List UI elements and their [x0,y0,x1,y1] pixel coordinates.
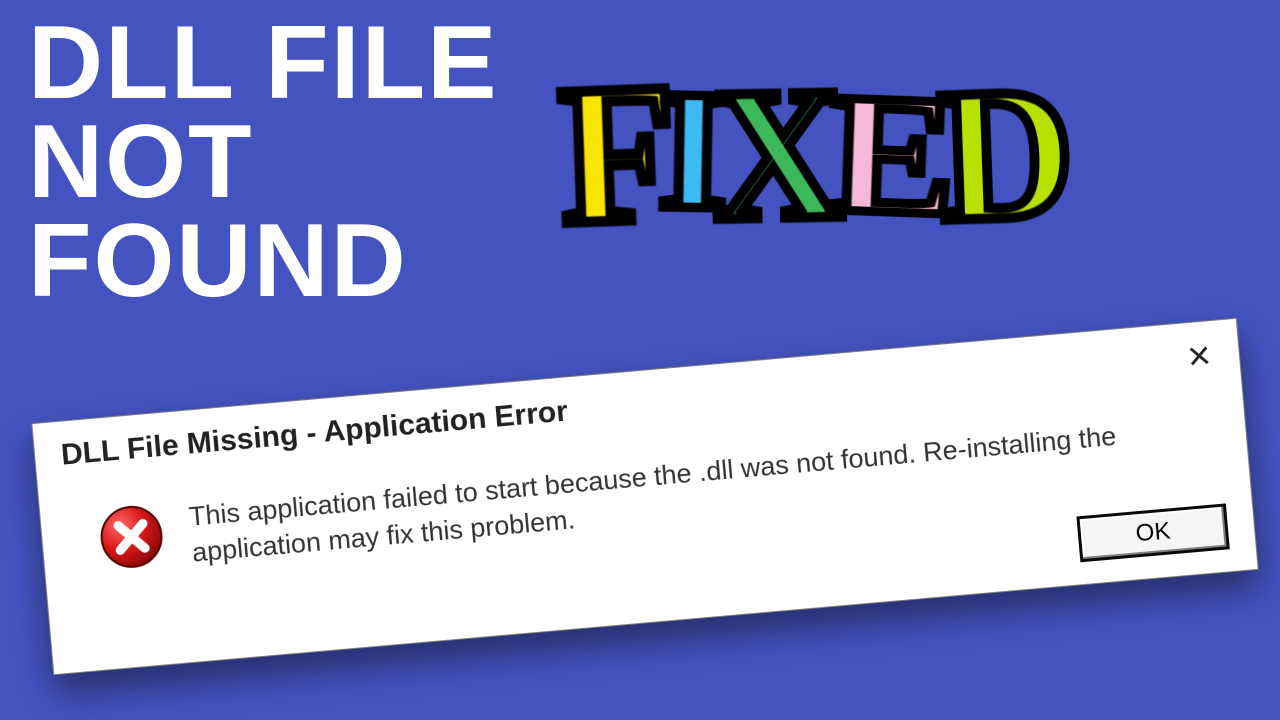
fixed-letter-i: I [656,64,711,245]
close-icon: × [1186,333,1213,379]
error-icon [96,501,168,573]
fixed-letter-d: D [936,58,1059,252]
headline: DLL FILE NOT FOUND [28,14,499,310]
close-button[interactable]: × [1176,334,1223,378]
headline-line-1: DLL FILE [28,14,499,113]
fixed-letter-e: E [826,68,941,243]
error-dialog: DLL File Missing - Application Error × [31,318,1258,675]
fixed-word: F I X E D [560,60,1057,250]
headline-line-3: FOUND [28,212,499,311]
ok-button[interactable]: OK [1076,503,1229,562]
headline-line-2: NOT [28,113,499,212]
fixed-letter-x: X [711,59,828,251]
fixed-letter-f: F [557,54,662,257]
